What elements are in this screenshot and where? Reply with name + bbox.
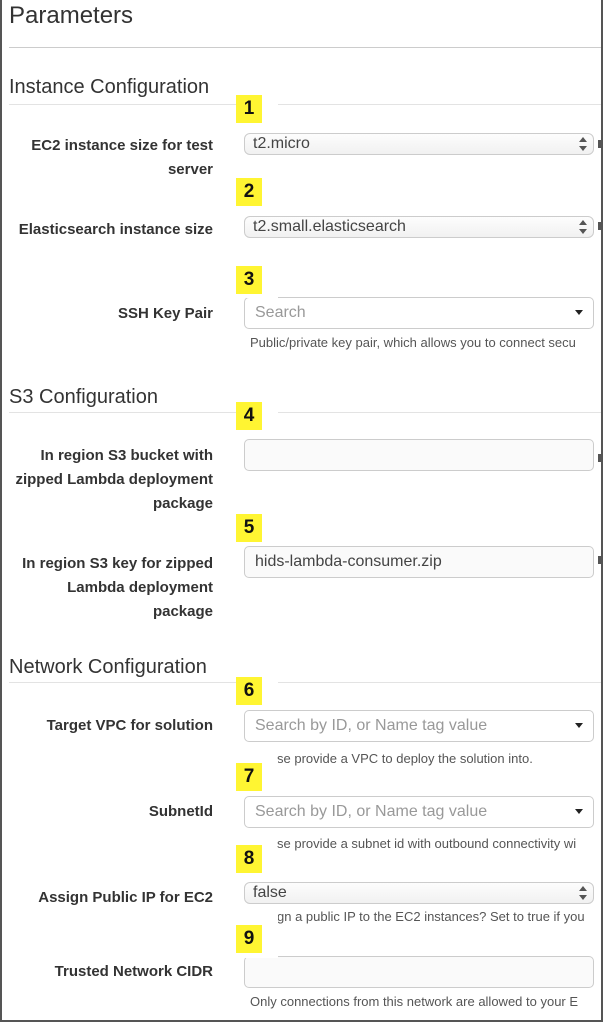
annotation-badge: 2 <box>236 178 262 206</box>
s3-key-input[interactable]: hids-lambda-consumer.zip <box>244 546 594 578</box>
select-placeholder: Search by ID, or Name tag value <box>255 803 488 820</box>
select-value: t2.micro <box>253 135 310 152</box>
select-arrows-icon <box>579 886 587 900</box>
ssh-key-pair-select[interactable]: Search <box>244 297 594 329</box>
edge-mark <box>598 222 601 230</box>
select-value: t2.small.elasticsearch <box>253 218 406 235</box>
field-label-es-size: Elasticsearch instance size <box>18 221 213 238</box>
section-title-instance: Instance Configuration <box>9 76 210 98</box>
field-label-s3-bucket: In region S3 bucket with zipped Lambda d… <box>15 447 213 512</box>
select-arrows-icon <box>579 220 587 234</box>
edge-mark <box>598 454 601 462</box>
section-divider <box>9 104 601 105</box>
annotation-badge: 1 <box>236 95 262 123</box>
field-label-assign-public-ip: Assign Public IP for EC2 <box>38 889 213 906</box>
annotation-badge: 8 <box>236 845 262 873</box>
section-divider <box>9 412 601 413</box>
input-value: hids-lambda-consumer.zip <box>255 553 442 570</box>
section-divider <box>9 682 601 683</box>
caret-down-icon <box>575 723 583 728</box>
select-value: false <box>253 884 287 901</box>
s3-bucket-input[interactable] <box>244 439 594 471</box>
title-divider <box>9 47 601 48</box>
elasticsearch-instance-size-select[interactable]: t2.small.elasticsearch <box>244 216 594 238</box>
help-text: Only connections from this network are a… <box>250 994 579 1009</box>
assign-public-ip-select[interactable]: false <box>244 882 594 904</box>
page-title: Parameters <box>9 2 134 29</box>
section-title-network: Network Configuration <box>9 656 207 678</box>
annotation-badge: 6 <box>236 677 262 705</box>
edge-mark <box>598 140 601 148</box>
help-text: Public/private key pair, which allows yo… <box>250 335 576 350</box>
field-label-ssh-key: SSH Key Pair <box>117 305 213 322</box>
help-text: se provide a VPC to deploy the solution … <box>277 751 533 766</box>
field-label-trusted-cidr: Trusted Network CIDR <box>54 963 213 980</box>
field-label-subnet-id: SubnetId <box>148 803 213 820</box>
parameters-panel: Parameters Instance Configuration EC2 in… <box>0 0 603 1022</box>
caret-down-icon <box>575 809 583 814</box>
help-text: gn a public IP to the EC2 instances? Set… <box>277 909 585 924</box>
select-placeholder: Search by ID, or Name tag value <box>255 717 488 734</box>
field-label-target-vpc: Target VPC for solution <box>46 717 213 734</box>
annotation-badge: 7 <box>236 763 262 791</box>
annotation-badge: 3 <box>236 266 262 294</box>
caret-down-icon <box>575 310 583 315</box>
target-vpc-select[interactable]: Search by ID, or Name tag value <box>244 710 594 742</box>
select-arrows-icon <box>579 137 587 151</box>
help-text: se provide a subnet id with outbound con… <box>277 836 577 851</box>
annotation-badge: 9 <box>236 925 262 953</box>
annotation-badge: 5 <box>236 514 262 542</box>
edge-mark <box>598 556 601 564</box>
annotation-badge: 4 <box>236 402 262 430</box>
field-label-ec2-size: EC2 instance size for test server <box>31 137 213 178</box>
section-title-s3: S3 Configuration <box>9 386 158 408</box>
trusted-network-cidr-input[interactable] <box>244 956 594 988</box>
ec2-instance-size-select[interactable]: t2.micro <box>244 133 594 155</box>
subnet-id-select[interactable]: Search by ID, or Name tag value <box>244 796 594 828</box>
select-placeholder: Search <box>255 304 306 321</box>
field-label-s3-key: In region S3 key for zipped Lambda deplo… <box>22 555 213 620</box>
